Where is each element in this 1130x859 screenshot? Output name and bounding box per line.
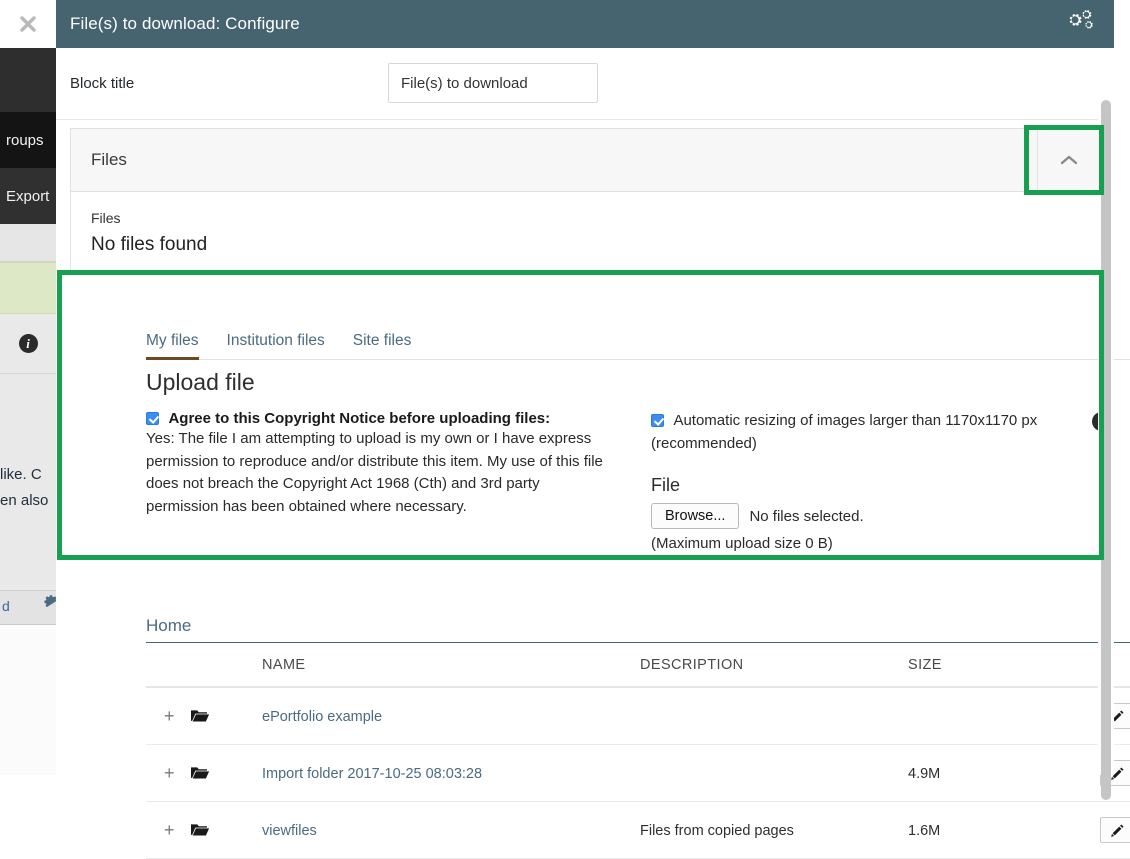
tab-institution-files-label: Institution files [226,332,325,349]
column-header-description: DESCRIPTION [640,648,908,688]
sidebar-item-export-label: Export [6,187,50,205]
row-description-cell [640,744,908,802]
auto-resize-label: Automatic resizing of images larger than… [651,412,1038,452]
background-success-band [0,262,56,314]
row-size-cell: 4.9M [908,744,1068,802]
no-files-message: No files found [91,234,208,255]
folder-open-icon[interactable] [190,766,210,784]
background-text-line-1: like. C [0,466,42,483]
copyright-notice-column: Agree to this Copyright Notice before up… [146,410,651,552]
page-title: File(s) to download: Configure [70,14,300,33]
max-upload-size-text: (Maximum upload size 0 B) [651,535,833,552]
file-size: 1.6M [908,822,941,839]
copyright-notice-heading: Agree to this Copyright Notice before up… [168,410,551,427]
column-header-icons [146,648,262,688]
selected-file-status: No files selected. [749,507,864,525]
files-panel-header: Files [71,129,1099,192]
file-source-tabs: My files Institution files Site files [146,332,1130,360]
file-field-heading: File [651,475,681,495]
file-browser-tabs-section: My files Institution files Site files Up… [146,332,1130,552]
file-picker-row: Browse... No files selected. [651,503,1121,529]
auto-resize-checkbox[interactable] [651,414,664,427]
pencil-icon[interactable] [1100,817,1130,843]
file-table-header-row: NAME DESCRIPTION SIZE [146,648,1130,688]
copyright-notice-body: Yes: The file I am attempting to upload … [146,430,603,515]
configure-modal: File(s) to download: Configure Block tit… [56,0,1130,859]
tab-my-files[interactable]: My files [146,332,213,360]
file-description: Files from copied pages [640,822,794,839]
breadcrumb-home-label: Home [146,616,192,635]
table-row: + Import folder 2017-10-25 08:03:28 4.9M [146,744,1130,802]
tab-my-files-label: My files [146,332,199,349]
background-panel-strip [0,224,56,262]
files-sublabel: Files [91,210,121,226]
upload-form: Agree to this Copyright Notice before up… [146,410,1130,552]
file-size: 4.9M [908,765,941,782]
breadcrumb[interactable]: Home [146,616,1130,643]
plus-icon[interactable]: + [164,706,175,726]
copyright-agree-checkbox[interactable] [146,412,159,425]
background-lower-area [0,625,56,775]
sidebar-item-groups[interactable]: roups [0,112,56,168]
background-text-line-2: en also [0,492,49,509]
info-icon: i [18,334,38,353]
table-row: + viewfiles Files from copied pages 1.6M [146,801,1130,859]
modal-header: File(s) to download: Configure [56,0,1114,48]
tab-site-files[interactable]: Site files [339,332,426,359]
sidebar-item-export[interactable]: Export [0,168,56,224]
chevron-up-icon[interactable] [1037,129,1099,191]
table-row: + ePortfolio example [146,687,1130,745]
tab-institution-files[interactable]: Institution files [213,332,339,359]
column-header-size: SIZE [908,648,1068,688]
plus-icon[interactable]: + [164,820,175,840]
row-description-cell [640,687,908,745]
folder-open-icon[interactable] [190,709,210,727]
browse-button[interactable]: Browse... [651,503,740,529]
block-title-input[interactable] [388,63,598,103]
row-size-cell: 1.6M [908,801,1068,859]
files-panel-heading: Files [91,150,127,169]
upload-options-column: Automatic resizing of images larger than… [651,410,1121,552]
cogs-icon[interactable] [1064,8,1100,40]
modal-body: Block title Files Files No files found [56,48,1130,859]
row-icons-cell: + [146,687,262,745]
file-table-body: + ePortfolio example + Import folder 201… [146,687,1130,859]
files-panel-body: Files No files found [71,192,1099,270]
background-info-row: i [0,314,56,374]
block-title-row: Block title [56,48,1114,120]
file-list-table: NAME DESCRIPTION SIZE + ePortfolio examp… [146,648,1130,859]
file-link[interactable]: ePortfolio example [262,709,382,725]
tab-site-files-label: Site files [352,332,412,349]
copyright-notice-block: Agree to this Copyright Notice before up… [146,410,651,518]
close-icon[interactable] [0,0,56,48]
row-name-cell: viewfiles [262,801,640,859]
files-panel: Files Files No files found [70,128,1100,270]
file-link[interactable]: Import folder 2017-10-25 08:03:28 [262,766,482,782]
column-header-name: NAME [262,648,640,688]
block-title-label: Block title [70,75,135,92]
row-actions-cell [1068,801,1130,859]
sidebar-item-groups-label: roups [6,131,44,149]
row-description-cell: Files from copied pages [640,801,908,859]
row-size-cell [908,687,1068,745]
folder-open-icon[interactable] [190,823,210,841]
plus-icon[interactable]: + [164,763,175,783]
row-icons-cell: + [146,744,262,802]
auto-resize-block: Automatic resizing of images larger than… [651,410,1121,455]
row-name-cell: ePortfolio example [262,687,640,745]
file-table-head: NAME DESCRIPTION SIZE [146,648,1130,688]
row-name-cell: Import folder 2017-10-25 08:03:28 [262,744,640,802]
background-footer-link[interactable]: d [0,598,10,614]
file-link[interactable]: viewfiles [262,823,317,839]
upload-file-heading: Upload file [146,369,255,395]
scrollbar[interactable] [1098,48,1114,800]
scrollbar-thumb[interactable] [1101,100,1111,800]
row-icons-cell: + [146,801,262,859]
